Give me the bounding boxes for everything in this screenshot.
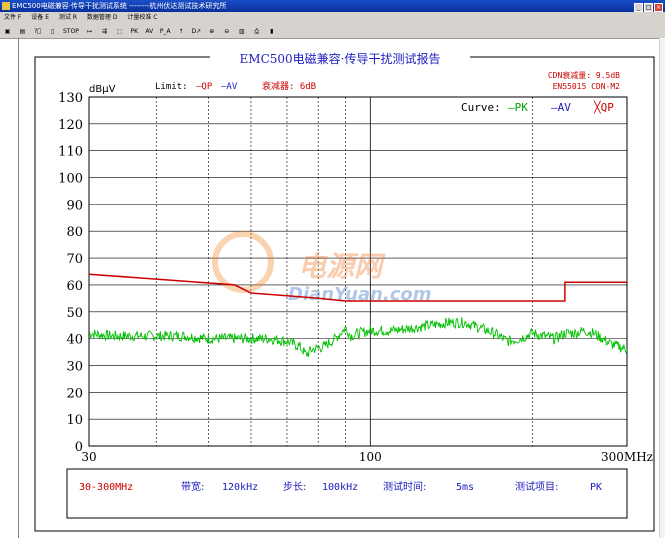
watermark-cn: 电源网 <box>298 250 386 283</box>
y-tick-label: 100 <box>58 172 83 187</box>
cdn-attenuation-label: CDN衰减量: 9.5dB <box>548 70 620 80</box>
y-tick-label: 10 <box>66 413 83 428</box>
x-tick-labels: 30 100 300MHz <box>81 450 653 464</box>
y-tick-label: 80 <box>66 225 83 240</box>
y-tick-label: 70 <box>66 252 83 267</box>
report-title: EMC500电磁兼容·传导干扰测试报告 <box>240 51 441 66</box>
y-tick-label: 30 <box>66 359 83 374</box>
y-tick-label: 120 <box>58 118 83 133</box>
x-tick-label: 100 <box>359 450 382 464</box>
settings-box <box>66 468 628 519</box>
report-canvas: EMC500电磁兼容·传导干扰测试报告 dBμV Limit: —QP —AV … <box>34 50 655 532</box>
limit-av-label: —AV <box>221 82 238 92</box>
y-tick-label: 50 <box>66 306 83 321</box>
time-label: 测试时间: <box>383 480 426 493</box>
bandwidth-value: 120kHz <box>222 482 258 493</box>
time-value: 5ms <box>456 482 474 493</box>
legend-qp: ╳QP <box>593 100 614 114</box>
y-tick-labels: 0102030405060708090100110120130 <box>58 91 83 455</box>
y-axis-unit: dBμV <box>89 84 116 95</box>
x-tick-label: 300MHz <box>601 450 653 464</box>
limit-qp-label: —QP <box>196 82 213 92</box>
standard-label: EN55015 CDN-M2 <box>553 82 621 91</box>
curve-label: Curve: <box>461 101 501 114</box>
y-tick-label: 40 <box>66 333 83 348</box>
x-tick-label: 30 <box>81 450 96 464</box>
attenuator-label: 衰减器: 6dB <box>262 80 316 92</box>
item-value: PK <box>590 482 602 493</box>
y-tick-label: 60 <box>66 279 83 294</box>
legend-av: —AV <box>551 101 571 114</box>
legend-pk: —PK <box>508 101 528 114</box>
bandwidth-label: 带宽: <box>181 480 204 493</box>
limit-label: Limit: <box>155 82 188 92</box>
y-tick-label: 20 <box>66 386 83 401</box>
watermark-en: DianYuan.com <box>288 284 432 305</box>
range-text: 30-300MHz <box>79 482 133 493</box>
step-label: 步长: <box>283 481 306 493</box>
item-label: 测试项目: <box>515 480 558 493</box>
y-tick-label: 130 <box>58 91 83 106</box>
y-tick-label: 110 <box>58 145 83 160</box>
step-value: 100kHz <box>322 482 358 493</box>
y-tick-label: 90 <box>66 198 83 213</box>
